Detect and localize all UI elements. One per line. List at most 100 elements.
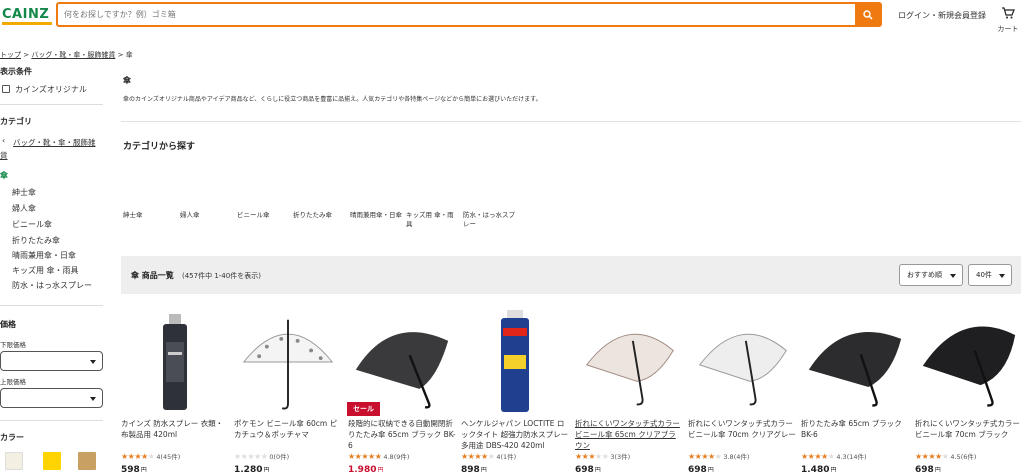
price-value: 598 [121,465,140,472]
category-tile-label[interactable]: 折りたたみ傘 [293,211,353,220]
category-tile-label[interactable]: 紳士傘 [123,211,183,220]
divider [0,305,103,306]
cart-label: カート [997,25,1019,33]
search-button[interactable] [855,4,880,25]
chevron-down-icon [90,360,96,364]
yen-unit: 円 [140,467,147,472]
category-tile-text: ビニール傘 [237,211,270,219]
yen-unit: 円 [707,467,714,472]
color-swatch-beige[interactable] [78,452,96,470]
divider [121,121,1021,122]
category-tile-text: 晴雨兼用傘・日傘 [350,211,402,219]
rating-text: 4(1件) [496,453,517,461]
product-name[interactable]: カインズ 防水スプレー 衣類・布製品用 420ml [121,418,229,451]
product-image[interactable] [465,310,565,414]
price-value: 898 [461,465,480,472]
yen-unit: 円 [830,467,837,472]
product-rating: ★★★★★ 3.8(4件) [688,451,749,461]
breadcrumb-home[interactable]: トップ [0,51,21,59]
product-name[interactable]: 折れにくいワンタッチ式カラービニール傘 70cm クリアグレー [688,418,796,451]
product-price: 1,280円 [234,465,269,472]
product-price: 598円 [121,465,147,472]
category-tile-text: 婦人傘 [180,211,200,219]
subcategory-link[interactable]: 晴雨兼用傘・日傘 [12,250,76,261]
color-swatch-cream[interactable] [5,452,23,470]
yen-unit: 円 [594,467,601,472]
category-heading: カテゴリ [0,117,32,126]
cart-button[interactable]: カート [996,4,1020,34]
chevron-down-icon [950,274,956,278]
rating-text: 4.8(9件) [383,453,410,461]
lower-price-select[interactable] [0,351,103,371]
category-tile-label[interactable]: 防水・はっ水スプ レー [463,211,523,229]
product-image[interactable] [579,310,679,414]
product-name[interactable]: 折れにくいワンタッチ式カラービニール傘 70cm ブラック [915,418,1023,451]
color-heading: カラー [0,433,24,442]
parent-category-link-cont[interactable]: 貨 [0,150,8,161]
product-rating: ★★★★★ 4.8(9件) [348,451,409,461]
product-price: 698円 [915,465,941,472]
price-value: 1,980 [348,465,377,472]
product-price: 1,480円 [801,465,836,472]
subcategory-link[interactable]: キッズ用 傘・雨具 [12,265,79,276]
page-title: 傘 [123,76,131,85]
subcategory-link[interactable]: 折りたたみ傘 [12,235,60,246]
product-list-title: 傘 商品一覧 [131,271,174,280]
product-count: (457件中 1-40件を表示) [182,272,261,280]
price-value: 1,280 [234,465,263,472]
current-category: 傘 [0,171,8,180]
subcategory-link[interactable]: ビニール傘 [12,219,52,230]
parent-category-link[interactable]: バッグ・靴・傘・服飾雑 [13,137,96,148]
product-name[interactable]: ポケモン ビニール傘 60cm ピカチュウ＆ポッチャマ [234,418,342,451]
category-tile-text: 防水・はっ水スプ [463,211,515,219]
category-tile-label[interactable]: ビニール傘 [237,211,297,220]
per-page-dropdown[interactable]: 40件 [968,264,1012,286]
product-rating: ★★★★★ 0(0件) [234,451,289,461]
cainz-logo[interactable]: CAINZ [2,3,52,27]
color-swatch-yellow[interactable] [43,452,61,470]
cainz-original-label[interactable]: カインズオリジナル [15,84,87,95]
product-image[interactable] [352,310,452,414]
product-rating: ★★★★★ 4.3(14件) [801,451,867,461]
search-icon [862,9,873,20]
product-image[interactable] [805,310,905,414]
rating-text: 3.8(4件) [723,453,750,461]
product-image[interactable] [692,310,792,414]
login-link[interactable]: ログイン・新規会員登録 [898,10,986,21]
category-tile-label[interactable]: キッズ用 傘・雨具 [406,211,462,229]
rating-text: 4.5(6件) [950,453,977,461]
upper-price-select[interactable] [0,388,103,408]
star-rating-icon: ★★★★★ [461,452,495,461]
product-name[interactable]: 折りたたみ傘 65cm ブラック BK-6 [801,418,909,451]
sort-dropdown[interactable]: おすすめ順 [899,264,963,286]
product-image[interactable] [238,310,338,414]
star-rating-icon: ★★★★★ [801,452,835,461]
product-name[interactable]: 段階的に収納できる自動開閉折りたたみ傘 65cm ブラック BK-6 [348,418,456,451]
yen-unit: 円 [263,467,270,472]
chevron-down-icon [90,397,96,401]
product-image[interactable] [125,310,225,414]
product-price: 898円 [461,465,487,472]
subcategory-link[interactable]: 婦人傘 [12,203,36,214]
rating-text: 0(0件) [269,453,290,461]
subcategory-link[interactable]: 防水・はっ水スプレー [12,280,92,291]
category-tile-label[interactable]: 婦人傘 [180,211,240,220]
divider [0,104,103,105]
product-image[interactable] [919,310,1019,414]
search-box [56,2,882,27]
product-name[interactable]: ヘンケルジャパン LOCTITE ロックタイト 超強力防水スプレー 多用途 DB… [461,418,569,451]
category-tile-text: 具 [406,220,413,228]
logo-text: CAINZ [2,7,50,22]
price-value: 698 [915,465,934,472]
category-tile-label[interactable]: 晴雨兼用傘・日傘 [350,211,410,220]
subcategory-link[interactable]: 紳士傘 [12,187,36,198]
category-tile-text: 折りたたみ傘 [293,211,332,219]
divider [0,420,103,421]
breadcrumb-parent[interactable]: バッグ・靴・傘・服飾雑貨 [31,51,115,59]
page-description: 傘のカインズオリジナル商品やアイデア商品など、くらしに役立つ商品を豊富に品揃え。… [123,96,542,103]
breadcrumb-current: 傘 [125,51,133,59]
product-name[interactable]: 折れにくいワンタッチ式カラービニール傘 65cm クリアブラウン [575,418,683,451]
product-rating: ★★★★★ 3(3件) [575,451,630,461]
cainz-original-checkbox[interactable] [2,85,10,93]
search-input[interactable] [58,4,855,25]
